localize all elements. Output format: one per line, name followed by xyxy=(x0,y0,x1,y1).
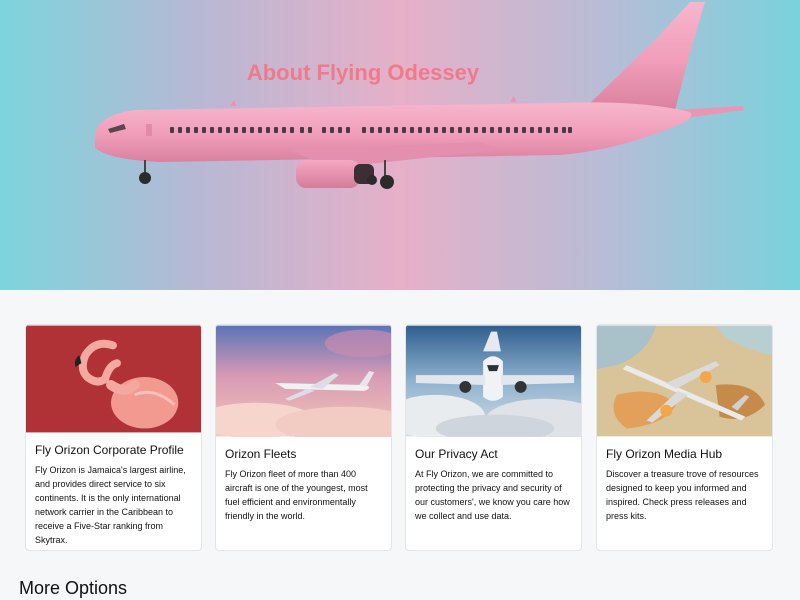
plane-sunset-image xyxy=(216,325,391,437)
more-options-heading: More Options xyxy=(19,578,128,598)
card-text: At Fly Orizon, we are committed to prote… xyxy=(415,469,570,521)
card-media-hub[interactable]: Fly Orizon Media Hub Discover a treasure… xyxy=(596,324,773,551)
flamingo-image xyxy=(26,325,201,433)
card-text: Fly Orizon fleet of more than 400 aircra… xyxy=(225,469,368,521)
pink-airplane-image xyxy=(95,2,745,189)
plane-clouds-image xyxy=(406,325,581,437)
card-title[interactable]: Our Privacy Act xyxy=(415,447,572,461)
card-text: Discover a treasure trove of resources d… xyxy=(606,469,759,521)
hero-banner: About Flying Odessey xyxy=(0,0,800,290)
card-title[interactable]: Fly Orizon Corporate Profile xyxy=(35,443,192,457)
card-privacy-act[interactable]: Our Privacy Act At Fly Orizon, we are co… xyxy=(405,324,582,551)
page-title: About Flying Odessey xyxy=(246,60,480,85)
info-cards: Fly Orizon Corporate Profile Fly Orizon … xyxy=(0,324,800,554)
plane-map-image xyxy=(597,325,772,437)
card-title[interactable]: Fly Orizon Media Hub xyxy=(606,447,763,461)
card-fleets[interactable]: Orizon Fleets Fly Orizon fleet of more t… xyxy=(215,324,392,551)
card-title[interactable]: Orizon Fleets xyxy=(225,447,382,461)
card-corporate-profile[interactable]: Fly Orizon Corporate Profile Fly Orizon … xyxy=(25,324,202,551)
card-text: Fly Orizon is Jamaica's largest airline,… xyxy=(35,465,186,545)
